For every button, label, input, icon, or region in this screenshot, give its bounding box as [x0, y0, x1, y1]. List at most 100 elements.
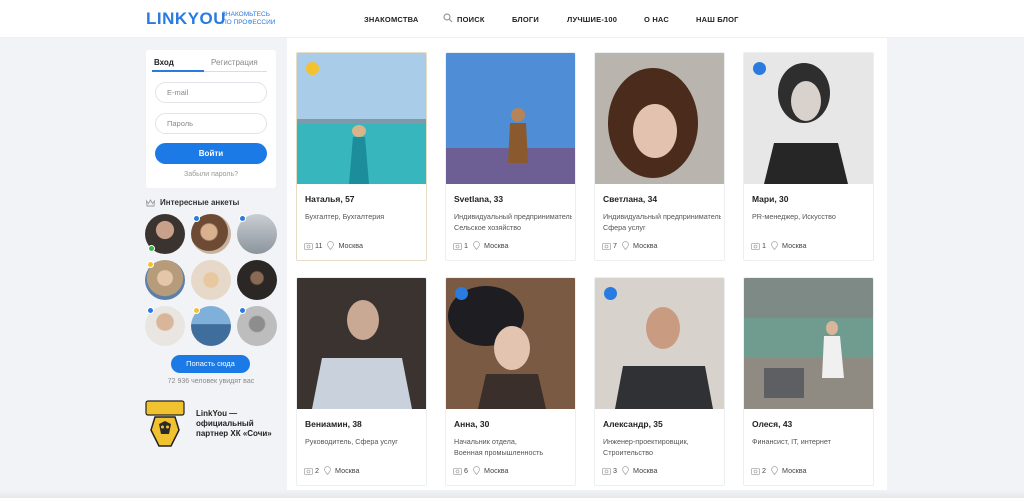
profile-meta: 1 Москва — [453, 241, 509, 250]
tab-active-indicator — [152, 70, 204, 72]
star-indicator — [239, 307, 246, 314]
nav-our-blog[interactable]: НАШ БЛОГ — [696, 15, 739, 24]
nav-blogs[interactable]: БЛОГИ — [512, 15, 539, 24]
photo-count: 1 — [464, 241, 468, 250]
profile-photo[interactable] — [446, 53, 575, 184]
nav-dating[interactable]: ЗНАКОМСТВА — [364, 15, 418, 24]
profile-job: Индивидуальный предприниматель Сельское … — [454, 212, 572, 232]
profile-city: Москва — [484, 241, 509, 250]
profile-city: Москва — [633, 241, 658, 250]
crown-indicator — [193, 307, 200, 314]
profile-city: Москва — [335, 466, 360, 475]
site-tagline: ЗНАКОМЬТЕСЬ ПО ПРОФЕССИИ — [222, 11, 276, 26]
profile-name[interactable]: Svetlana, 33 — [454, 194, 503, 204]
profile-card[interactable]: Мари, 30 PR-менеджер, Искусство 1 Москва — [743, 52, 874, 261]
featured-avatar[interactable] — [191, 260, 231, 300]
forgot-password-link[interactable]: Забыли пароль? — [146, 171, 276, 178]
get-featured-button[interactable]: Попасть сюда — [171, 355, 250, 373]
nav-about[interactable]: О НАС — [644, 15, 669, 24]
profile-card[interactable]: Наталья, 57 Бухгалтер, Бухгалтерия 11 Мо… — [296, 52, 427, 261]
login-panel: Вход Регистрация E-mail Пароль Войти Заб… — [146, 50, 276, 188]
profile-name[interactable]: Наталья, 57 — [305, 194, 355, 204]
profile-photo[interactable] — [744, 278, 873, 409]
photo-count: 11 — [315, 241, 323, 250]
crown-indicator — [147, 261, 154, 268]
site-header: LINKYOU ЗНАКОМЬТЕСЬ ПО ПРОФЕССИИ ЗНАКОМС… — [0, 0, 1024, 38]
photo-count: 1 — [762, 241, 766, 250]
camera-icon — [453, 467, 462, 475]
partner-text: LinkYou — официальный партнер ХК «Сочи» — [196, 409, 272, 438]
login-button[interactable]: Войти — [155, 143, 267, 164]
camera-icon — [602, 242, 611, 250]
profile-city: Москва — [782, 466, 807, 475]
star-indicator — [193, 215, 200, 222]
profile-card[interactable]: Олеся, 43 Финансист, IT, интернет 2 Моск… — [743, 277, 874, 486]
password-field[interactable]: Пароль — [155, 113, 267, 134]
location-pin-icon — [622, 466, 629, 475]
profile-city: Москва — [782, 241, 807, 250]
online-indicator — [148, 245, 155, 252]
star-indicator — [147, 307, 154, 314]
profile-name[interactable]: Светлана, 34 — [603, 194, 657, 204]
viewers-count: 72 936 человек увидят вас — [167, 378, 255, 385]
location-pin-icon — [622, 241, 629, 250]
profile-meta: 3 Москва — [602, 466, 658, 475]
photo-count: 2 — [762, 466, 766, 475]
site-logo[interactable]: LINKYOU — [146, 9, 226, 29]
location-pin-icon — [324, 466, 331, 475]
location-pin-icon — [771, 241, 778, 250]
profile-job: Начальник отдела, Военная промышленность — [454, 437, 544, 457]
profile-job: Руководитель, Сфера услуг — [305, 437, 398, 446]
profile-city: Москва — [633, 466, 658, 475]
profile-job: Бухгалтер, Бухгалтерия — [305, 212, 385, 221]
star-badge-icon — [604, 287, 617, 300]
star-indicator — [239, 215, 246, 222]
photo-count: 2 — [315, 466, 319, 475]
tab-register[interactable]: Регистрация — [211, 58, 258, 67]
camera-icon — [602, 467, 611, 475]
nav-best-100[interactable]: ЛУЧШИЕ-100 — [567, 15, 617, 24]
profile-job: Инженер-проектировщик, Строительство — [603, 437, 689, 457]
profile-photo[interactable] — [297, 278, 426, 409]
profile-card[interactable]: Светлана, 34 Индивидуальный предпринимат… — [594, 52, 725, 261]
profile-name[interactable]: Олеся, 43 — [752, 419, 792, 429]
bottom-edge — [0, 490, 1024, 498]
profile-city: Москва — [484, 466, 509, 475]
profile-meta: 7 Москва — [602, 241, 658, 250]
profile-meta: 11 Москва — [304, 241, 363, 250]
interesting-profiles-title: Интересные анкеты — [160, 198, 240, 207]
profile-job: Индивидуальный предприниматель Сфера усл… — [603, 212, 721, 232]
camera-icon — [453, 242, 462, 250]
nav-search[interactable]: ПОИСК — [457, 15, 485, 24]
photo-count: 3 — [613, 466, 617, 475]
profile-job: PR-менеджер, Искусство — [752, 212, 836, 221]
location-pin-icon — [473, 241, 480, 250]
profile-name[interactable]: Александр, 35 — [603, 419, 663, 429]
tab-login[interactable]: Вход — [154, 58, 174, 67]
profile-name[interactable]: Мари, 30 — [752, 194, 789, 204]
hc-sochi-logo[interactable] — [145, 400, 185, 448]
profile-meta: 6 Москва — [453, 466, 509, 475]
camera-icon — [751, 242, 760, 250]
profile-meta: 2 Москва — [304, 466, 360, 475]
featured-avatar[interactable] — [237, 260, 277, 300]
profile-card[interactable]: Вениамин, 38 Руководитель, Сфера услуг 2… — [296, 277, 427, 486]
location-pin-icon — [771, 466, 778, 475]
profile-job: Финансист, IT, интернет — [752, 437, 831, 446]
location-pin-icon — [327, 241, 335, 250]
search-icon[interactable] — [443, 13, 453, 23]
profile-meta: 1 Москва — [751, 241, 807, 250]
crown-icon — [146, 199, 155, 207]
star-badge-icon — [455, 287, 468, 300]
profile-card[interactable]: Svetlana, 33 Индивидуальный предпринимат… — [445, 52, 576, 261]
profile-card[interactable]: Анна, 30 Начальник отдела, Военная промы… — [445, 277, 576, 486]
profile-name[interactable]: Вениамин, 38 — [305, 419, 362, 429]
email-field[interactable]: E-mail — [155, 82, 267, 103]
photo-count: 7 — [613, 241, 617, 250]
photo-count: 6 — [464, 466, 468, 475]
crown-badge-icon — [306, 62, 319, 75]
profile-city: Москва — [338, 241, 364, 250]
profile-name[interactable]: Анна, 30 — [454, 419, 489, 429]
profile-card[interactable]: Александр, 35 Инженер-проектировщик, Стр… — [594, 277, 725, 486]
profile-photo[interactable] — [595, 53, 724, 184]
